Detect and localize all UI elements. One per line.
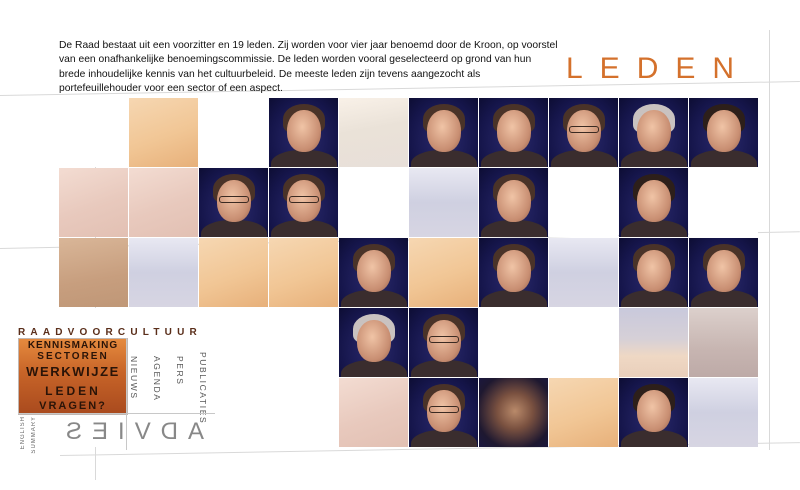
- color-tile: [689, 308, 758, 377]
- main-menu: KENNISMAKING SECTOREN WERKWIJZE LEDEN VR…: [18, 338, 128, 415]
- empty-tile: [269, 308, 338, 377]
- member-portrait[interactable]: [689, 98, 758, 167]
- empty-tile: [479, 308, 548, 377]
- menu-werkwijze[interactable]: WERKWIJZE: [19, 364, 127, 379]
- menu-kennismaking[interactable]: KENNISMAKING: [19, 340, 127, 351]
- color-tile: [409, 168, 478, 237]
- color-tile: [549, 238, 618, 307]
- member-portrait[interactable]: [689, 238, 758, 307]
- empty-tile: [129, 308, 198, 377]
- member-portrait[interactable]: [339, 238, 408, 307]
- member-portrait[interactable]: [409, 378, 478, 447]
- empty-tile: [339, 168, 408, 237]
- color-tile: [59, 168, 128, 237]
- member-portrait[interactable]: [269, 98, 338, 167]
- menu-leden[interactable]: LEDEN: [19, 384, 127, 398]
- color-tile: [59, 238, 128, 307]
- intro-text: De Raad bestaat uit een voorzitter en 19…: [59, 40, 558, 95]
- member-portrait[interactable]: [479, 168, 548, 237]
- menu-advies[interactable]: ADVIES: [56, 418, 204, 446]
- color-tile: [129, 168, 198, 237]
- member-portrait[interactable]: [409, 308, 478, 377]
- color-tile: [479, 378, 548, 447]
- member-portrait[interactable]: [619, 378, 688, 447]
- menu-vragen[interactable]: VRAGEN?: [19, 400, 127, 412]
- color-tile: [409, 238, 478, 307]
- color-tile: [269, 238, 338, 307]
- empty-tile: [199, 308, 268, 377]
- color-tile: [129, 98, 198, 167]
- menu-agenda[interactable]: AGENDA: [152, 356, 162, 402]
- color-tile: [619, 308, 688, 377]
- member-portrait[interactable]: [269, 168, 338, 237]
- menu-summary[interactable]: SUMMARY: [31, 416, 37, 454]
- empty-tile: [549, 168, 618, 237]
- menu-nieuws[interactable]: NIEUWS: [129, 356, 139, 400]
- member-portrait[interactable]: [199, 168, 268, 237]
- empty-tile: [549, 308, 618, 377]
- empty-tile: [59, 98, 128, 167]
- member-portrait[interactable]: [339, 308, 408, 377]
- color-tile: [129, 238, 198, 307]
- brand-logo-text: RAADVOORCULTUUR: [18, 327, 202, 338]
- page-title: LEDEN: [566, 52, 752, 85]
- member-portrait[interactable]: [409, 98, 478, 167]
- menu-english[interactable]: ENGLISH: [20, 416, 26, 449]
- color-tile: [339, 98, 408, 167]
- menu-sectoren[interactable]: SECTOREN: [19, 351, 127, 362]
- empty-tile: [689, 168, 758, 237]
- member-portrait[interactable]: [619, 98, 688, 167]
- empty-tile: [269, 378, 338, 447]
- color-tile: [339, 378, 408, 447]
- menu-divider: [18, 413, 215, 414]
- menu-pers[interactable]: PERS: [175, 356, 185, 386]
- member-portrait[interactable]: [479, 238, 548, 307]
- member-portrait[interactable]: [479, 98, 548, 167]
- color-tile: [689, 378, 758, 447]
- color-tile: [199, 238, 268, 307]
- color-tile: [549, 378, 618, 447]
- member-portrait[interactable]: [549, 98, 618, 167]
- member-portrait[interactable]: [619, 168, 688, 237]
- background-line: [769, 30, 770, 450]
- empty-tile: [199, 98, 268, 167]
- member-portrait[interactable]: [619, 238, 688, 307]
